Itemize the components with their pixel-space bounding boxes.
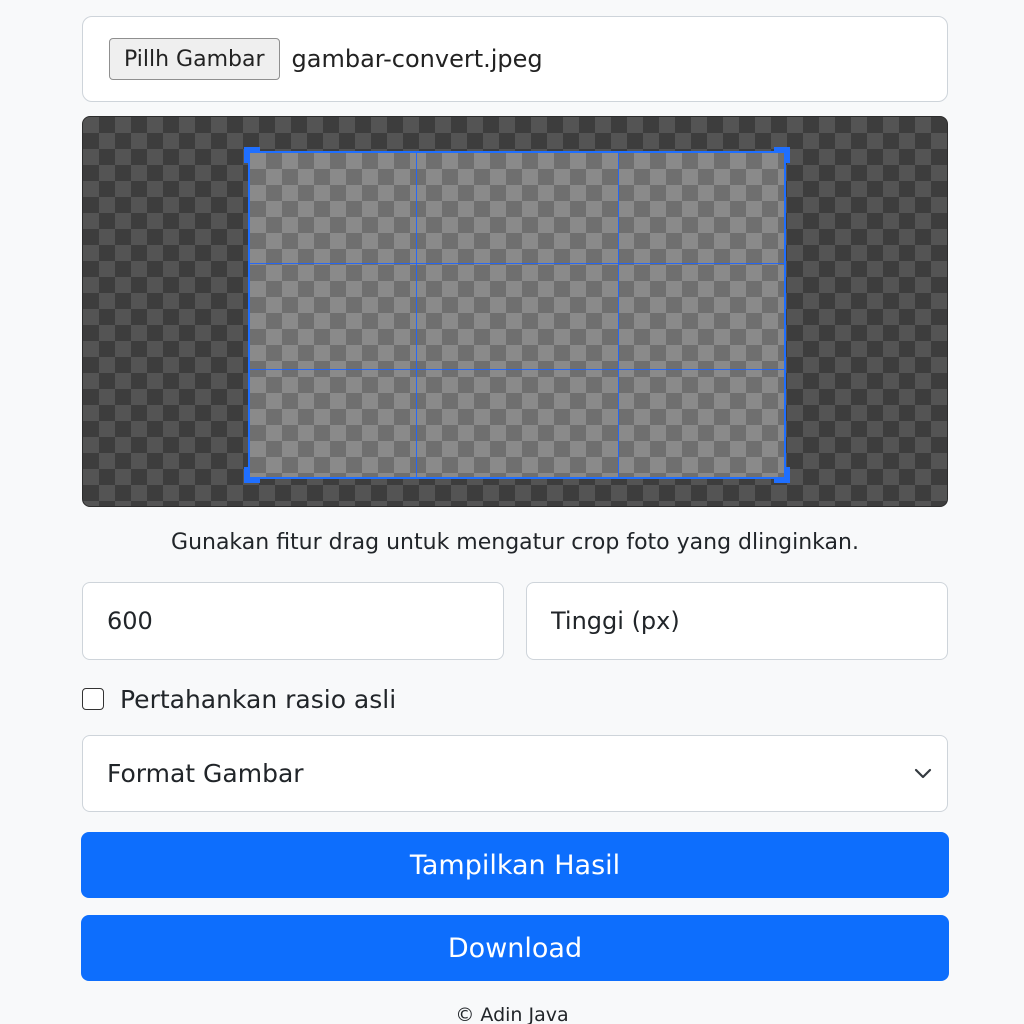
crop-preview-area [82,116,948,507]
crop-grid-line [618,153,619,477]
keep-ratio-checkbox[interactable] [82,688,104,710]
format-select[interactable]: Format Gambar [82,735,948,812]
footer-copyright: © Adin Java [455,1004,569,1024]
keep-ratio-row: Pertahankan rasio asli [82,682,396,716]
crop-hint-text: Gunakan fitur drag untuk mengatur crop f… [171,530,859,555]
selected-file-name: gambar-convert.jpeg [291,45,543,73]
height-input[interactable] [526,582,948,660]
crop-grid-line [416,153,417,477]
crop-handle-top-left[interactable] [244,147,260,163]
crop-grid-line [250,369,784,370]
crop-grid-line [250,263,784,264]
choose-file-button[interactable]: Pillh Gambar [109,38,280,80]
download-button[interactable]: Download [81,915,949,981]
show-result-button[interactable]: Tampilkan Hasil [81,832,949,898]
image-converter-page: Pillh Gambar gambar-convert.jpeg Gunakan… [0,0,1024,1024]
crop-handle-top-right[interactable] [774,147,790,163]
keep-ratio-label[interactable]: Pertahankan rasio asli [120,685,396,714]
width-input[interactable] [82,582,504,660]
crop-selection-box[interactable] [244,147,790,483]
crop-handle-bottom-left[interactable] [244,467,260,483]
crop-handle-bottom-right[interactable] [774,467,790,483]
file-picker-card: Pillh Gambar gambar-convert.jpeg [82,16,948,102]
format-select-value: Format Gambar [107,759,304,788]
chevron-down-icon [914,768,932,779]
